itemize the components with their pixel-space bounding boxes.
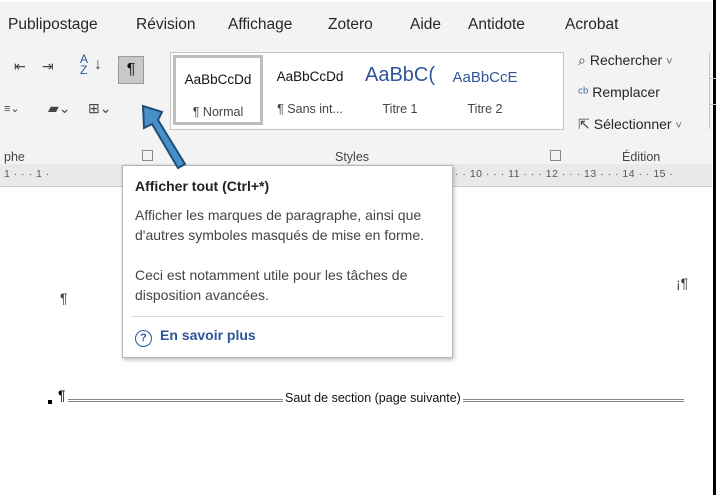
sort-icon[interactable]: AZ — [80, 53, 88, 76]
style-name: ¶ Normal — [192, 105, 244, 119]
tooltip-divider — [131, 316, 444, 317]
tab-revision[interactable]: Révision — [136, 16, 195, 34]
line-spacing-dropdown-icon[interactable]: ≡⌄ — [4, 102, 20, 115]
styles-gallery: AaBbCcDd ¶ Normal AaBbCcDd ¶ Sans int...… — [170, 52, 716, 130]
tooltip-description: Afficher les marques de paragraphe, ains… — [135, 207, 425, 243]
ruler-left-ticks: 1 · · · 1 · — [4, 168, 50, 180]
increase-indent-icon[interactable]: ⇥ — [42, 58, 54, 75]
tab-zotero[interactable]: Zotero — [328, 16, 373, 34]
style-name: ¶ Sans int... — [277, 102, 343, 116]
tab-aide[interactable]: Aide — [410, 16, 441, 34]
paragraph-group-label: phe — [4, 150, 25, 164]
replace-icon: ᶜᵇ — [578, 84, 589, 100]
section-break-label: Saut de section (page suivante) — [283, 391, 463, 405]
borders-icon[interactable]: ⊞⌄ — [88, 100, 111, 117]
search-icon: ⌕ — [578, 52, 586, 68]
styles-launcher-icon[interactable] — [550, 150, 561, 161]
styles-group-label: Styles — [335, 150, 370, 164]
style-preview: AaBbCcE — [452, 69, 518, 86]
help-icon: ? — [135, 330, 152, 347]
chevron-down-icon: ˅ — [666, 56, 673, 68]
section-break: Saut de section (page suivante) — [60, 391, 684, 405]
ribbon: ⇤ ⇥ AZ ↓ ¶ ≡⌄ ▰⌄ ⊞⌄ AaBbCcDd ¶ Normal Aa… — [0, 40, 716, 165]
show-all-button[interactable]: ¶ — [118, 56, 144, 84]
tooltip-description-extra: Ceci est notamment utile pour les tâches… — [135, 267, 408, 303]
replace-label: Remplacer — [592, 84, 660, 100]
edit-group-label: Édition — [622, 150, 661, 164]
decrease-indent-icon[interactable]: ⇤ — [14, 58, 26, 75]
chevron-up-icon[interactable]: ˄ — [710, 53, 716, 79]
style-preview: AaBbCcDd — [276, 69, 344, 84]
style-sans-interligne[interactable]: AaBbCcDd ¶ Sans int... — [265, 55, 355, 125]
tab-antidote[interactable]: Antidote — [468, 16, 525, 34]
style-titre-2[interactable]: AaBbCcE Titre 2 — [443, 55, 527, 125]
ruler-right-ticks: · · 10 · · · 11 · · · 12 · · · 13 · · · … — [455, 168, 674, 180]
paragraph-mark-right: ¡¶ — [676, 275, 689, 291]
styles-scroll[interactable]: ˄ ˅ ⩡ — [709, 53, 716, 129]
find-label: Rechercher — [589, 52, 663, 68]
chevron-down-icon[interactable]: ˅ — [710, 79, 716, 105]
shading-icon[interactable]: ▰⌄ — [48, 100, 71, 117]
tab-affichage[interactable]: Affichage — [228, 16, 292, 34]
style-titre-1[interactable]: AaBbC( Titre 1 — [355, 55, 445, 125]
more-styles-icon[interactable]: ⩡ — [710, 105, 716, 130]
learn-more-link[interactable]: ? En savoir plus — [135, 327, 256, 347]
chevron-down-icon: ˅ — [675, 120, 682, 132]
style-name: Titre 1 — [382, 102, 418, 116]
learn-more-label: En savoir plus — [160, 327, 256, 343]
anchor-mark — [48, 400, 52, 404]
tooltip-title: Afficher tout (Ctrl+*) — [135, 178, 270, 194]
style-normal[interactable]: AaBbCcDd ¶ Normal — [173, 55, 263, 125]
ribbon-tabs: Publipostage Révision Affichage Zotero A… — [0, 2, 712, 40]
select-button[interactable]: ⇱ Sélectionner ˅ — [578, 116, 682, 133]
style-name: Titre 2 — [467, 102, 503, 116]
select-label: Sélectionner — [593, 116, 672, 132]
find-button[interactable]: ⌕ Rechercher ˅ — [578, 52, 673, 69]
tab-publipostage[interactable]: Publipostage — [8, 16, 98, 34]
paragraph-mark: ¶ — [60, 290, 68, 306]
style-preview: AaBbC( — [364, 64, 436, 86]
cursor-icon: ⇱ — [578, 116, 590, 132]
tooltip: Afficher tout (Ctrl+*) Afficher les marq… — [122, 165, 453, 358]
sort-arrow-icon: ↓ — [94, 56, 102, 73]
style-preview: AaBbCcDd — [184, 72, 252, 87]
tab-acrobat[interactable]: Acrobat — [565, 16, 618, 34]
paragraph-launcher-icon[interactable] — [142, 150, 153, 161]
replace-button[interactable]: ᶜᵇ Remplacer — [578, 84, 660, 100]
